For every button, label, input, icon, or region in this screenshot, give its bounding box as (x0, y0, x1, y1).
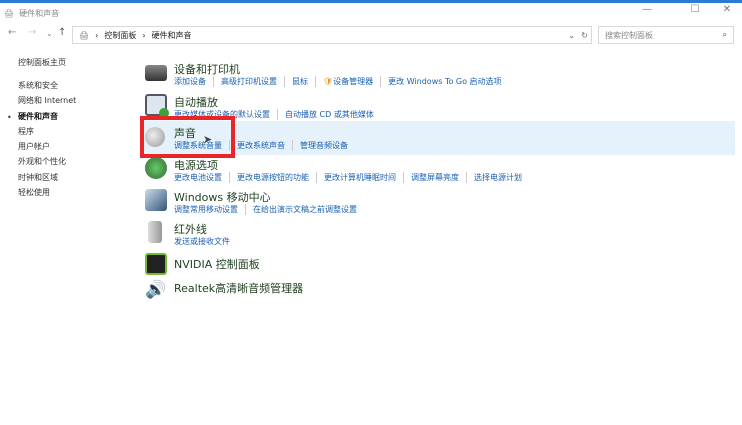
laptop-icon[interactable] (145, 189, 167, 211)
nvidia-icon[interactable] (145, 253, 167, 275)
breadcrumb-control-panel[interactable]: 控制面板 (104, 30, 136, 41)
search-icon[interactable]: ⌕ (723, 30, 727, 40)
window-top-border (0, 0, 742, 3)
link-autoplay-cd[interactable]: 自动播放 CD 或其他媒体 (285, 109, 381, 120)
category-title[interactable]: 电源选项 (174, 157, 218, 173)
shield-icon: 🛡 (323, 77, 334, 86)
link-screen-brightness[interactable]: 调整屏幕亮度 (411, 172, 467, 183)
link-battery-settings[interactable]: 更改电池设置 (174, 172, 230, 183)
sidebar-item-network[interactable]: 网络和 Internet (18, 95, 76, 106)
power-battery-icon[interactable] (145, 157, 167, 179)
back-button[interactable]: ← (8, 27, 16, 38)
sidebar-item-clock-region[interactable]: 时钟和区域 (18, 172, 58, 183)
breadcrumb-separator: › (142, 30, 146, 40)
infrared-icon[interactable] (148, 221, 162, 243)
maximize-button[interactable]: ☐ (680, 4, 710, 15)
sidebar-item-ease-of-access[interactable]: 轻松使用 (18, 187, 50, 198)
link-power-button[interactable]: 更改电源按钮的功能 (237, 172, 317, 183)
link-manage-audio-devices[interactable]: 管理音频设备 (300, 140, 355, 151)
printer-icon[interactable] (145, 65, 167, 81)
minimize-button[interactable]: — (632, 4, 662, 15)
control-panel-icon: 🖨 (79, 30, 90, 40)
window-title: 硬件和声音 (19, 8, 60, 18)
sidebar-item-hardware-sound[interactable]: 硬件和声音 (18, 111, 58, 122)
link-change-system-sounds[interactable]: 更改系统声音 (237, 140, 293, 151)
forward-button[interactable]: → (28, 27, 36, 38)
sidebar-item-system-security[interactable]: 系统和安全 (18, 80, 58, 91)
link-device-manager[interactable]: 🛡设备管理器 (323, 76, 382, 87)
link-presentation-settings[interactable]: 在给出演示文稿之前调整设置 (253, 204, 364, 215)
speaker-volume-icon[interactable]: 🔊 (145, 279, 167, 301)
search-input[interactable]: 搜索控制面板 ⌕ (598, 26, 734, 44)
breadcrumb-separator: › (95, 30, 99, 40)
category-title[interactable]: 设备和打印机 (174, 61, 240, 77)
sidebar-item-programs[interactable]: 程序 (18, 126, 34, 137)
address-bar[interactable]: 🖨 › 控制面板 › 硬件和声音 ⌄ ↻ (72, 26, 592, 44)
link-power-plan[interactable]: 选择电源计划 (474, 172, 529, 183)
category-title[interactable]: Windows 移动中心 (174, 189, 271, 205)
sidebar-item-appearance[interactable]: 外观和个性化 (18, 156, 66, 167)
up-button[interactable]: ↑ (58, 27, 66, 38)
search-placeholder: 搜索控制面板 (605, 30, 653, 40)
category-title[interactable]: 自动播放 (174, 94, 218, 110)
link-advanced-printer[interactable]: 高级打印机设置 (221, 76, 285, 87)
category-title[interactable]: 红外线 (174, 221, 207, 237)
chevron-down-icon[interactable]: ⌄ (568, 31, 575, 40)
mouse-cursor-icon: ➤ (203, 133, 213, 146)
annotation-highlight-box (140, 116, 235, 158)
close-button[interactable]: ✕ (712, 4, 742, 15)
link-windows-to-go[interactable]: 更改 Windows To Go 启动选项 (388, 76, 508, 87)
sidebar-item-user-accounts[interactable]: 用户帐户 (18, 141, 50, 152)
link-add-device[interactable]: 添加设备 (174, 76, 214, 87)
control-panel-icon: 🖨 (4, 8, 15, 18)
active-bullet: • (7, 113, 12, 122)
autoplay-icon[interactable] (145, 94, 169, 118)
recent-locations-button[interactable]: ⌄ (46, 29, 53, 38)
title-bar: 🖨 硬件和声音 (4, 5, 59, 21)
category-title[interactable]: NVIDIA 控制面板 (174, 256, 260, 272)
link-send-receive-files[interactable]: 发送或接收文件 (174, 236, 237, 247)
breadcrumb-hardware-sound[interactable]: 硬件和声音 (152, 30, 192, 41)
link-sleep-time[interactable]: 更改计算机睡眠时间 (324, 172, 404, 183)
category-title[interactable]: Realtek高清晰音频管理器 (174, 280, 303, 296)
link-mobility-settings[interactable]: 调整常用移动设置 (174, 204, 246, 215)
refresh-icon[interactable]: ↻ (581, 31, 588, 40)
sidebar-item-home[interactable]: 控制面板主页 (18, 57, 66, 68)
link-mouse[interactable]: 鼠标 (292, 76, 316, 87)
